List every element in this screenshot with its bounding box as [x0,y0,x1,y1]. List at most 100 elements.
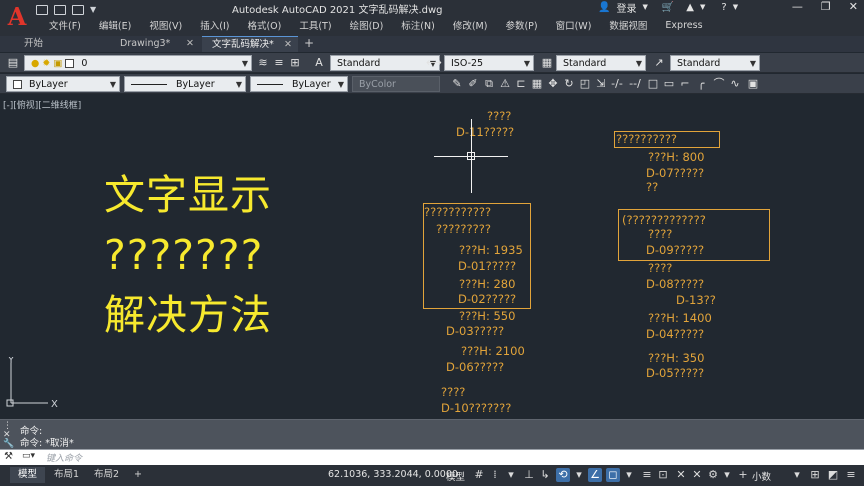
drawing-text[interactable]: D-03????? [446,324,504,338]
drawing-text[interactable]: ???H: 1400 [648,311,712,325]
menu-edit[interactable]: 编辑(E) [90,18,140,32]
polar-tracking-icon[interactable]: ∠ [588,468,602,482]
drawing-text[interactable]: D-04????? [646,327,704,341]
minimize-icon[interactable]: — [792,0,803,13]
table-style-icon[interactable]: ▦ [540,56,554,70]
chevron-down-icon[interactable]: ▾ [504,468,518,482]
annotation-scale-icon[interactable]: ✕ [674,468,688,482]
drawing-text[interactable]: D-07????? [646,166,704,180]
stretch-icon[interactable]: ⇲ [594,77,608,91]
drawing-text[interactable]: ???? [441,385,465,399]
drawing-text[interactable]: ???H: 2100 [461,344,525,358]
close-icon[interactable]: ✕ [186,36,194,51]
units-dropdown[interactable]: 小数 [752,469,771,483]
restore-icon[interactable]: ❐ [821,0,831,13]
autodesk-a360-icon[interactable]: ▲ [686,2,694,13]
array-icon[interactable]: ▦ [530,77,544,91]
explode-icon[interactable]: ▣ [746,77,760,91]
drawing-text[interactable]: ???? [648,227,672,241]
save-icon[interactable] [72,5,84,15]
drawing-text[interactable]: (????????????? [622,213,706,227]
trim-icon[interactable]: -/- [610,77,624,91]
model-space-button[interactable]: 模型 [446,469,465,483]
close-icon[interactable]: ✕ [284,37,292,52]
menu-format[interactable]: 格式(O) [238,18,290,32]
pencil-icon[interactable]: ✎ [450,77,464,91]
menu-view[interactable]: 视图(V) [140,18,191,32]
drawing-text[interactable]: D-05????? [646,366,704,380]
tab-layout1[interactable]: 布局1 [46,467,87,483]
drawing-text[interactable]: ???H: 1935 [459,243,523,257]
drawing-text[interactable]: D-13?? [676,293,716,307]
grid-icon[interactable]: # [472,468,486,482]
layer-match-icon[interactable]: ≡ [272,56,286,70]
transparency-icon[interactable]: ⊡ [656,468,670,482]
join-icon[interactable]: ▭ [662,77,676,91]
new-file-icon[interactable] [36,5,48,15]
dim-style-icon[interactable]: ⟷ [426,56,442,70]
drawing-text[interactable]: D-11????? [456,125,514,139]
offset-icon[interactable]: ⊏ [514,77,528,91]
cart-icon[interactable]: 🛒 [662,2,674,13]
drawing-text[interactable]: D-09????? [646,243,704,257]
menu-tools[interactable]: 工具(T) [290,18,340,32]
user-icon[interactable]: 👤 [598,2,610,13]
spline-icon[interactable]: ∿ [728,77,742,91]
open-file-icon[interactable] [54,5,66,15]
text-style-icon[interactable]: A [312,56,326,70]
command-prompt-icon[interactable]: ▭▾ [22,451,35,461]
infer-constraints-icon[interactable]: ⊥ [522,468,536,482]
quick-properties-icon[interactable]: ⊞ [808,468,822,482]
dynamic-input-icon[interactable]: ↳ [538,468,552,482]
tab-drawing3[interactable]: Drawing3* ✕ [110,36,200,52]
color-dropdown[interactable]: ByLayer ▼ [6,76,120,92]
add-layout-icon[interactable]: + [126,467,150,483]
drawing-area[interactable]: [-][俯视][二维线框] 文字显示 ??????? 解决方法 ???? D-1… [0,95,864,419]
mleader-style-dropdown[interactable]: Standard ▼ [670,55,760,71]
sign-in-link[interactable]: 登录 [616,0,636,15]
ortho-icon[interactable]: ⟲ [556,468,570,482]
menu-parametric[interactable]: 参数(P) [496,18,546,32]
scale-icon[interactable]: ◰ [578,77,592,91]
mleader-style-icon[interactable]: ↗ [652,56,666,70]
wrench-icon[interactable]: ⚒ [4,451,13,462]
snap-icon[interactable]: ⁞ [488,468,502,482]
break-icon[interactable]: □ [646,77,660,91]
grip-icon[interactable]: ⋮ ✕ 🔧 [3,422,14,449]
tab-start[interactable]: 开始 [14,36,104,52]
autocad-logo[interactable]: A [4,3,30,31]
drawing-text[interactable]: ???H: 800 [648,150,704,164]
chevron-down-icon[interactable]: ▾ [720,468,734,482]
lineweight-icon[interactable]: ≡ [640,468,654,482]
mirror-icon[interactable]: ⚠ [498,77,512,91]
menu-window[interactable]: 窗口(W) [547,18,601,32]
extend-icon[interactable]: --/ [628,77,642,91]
add-icon[interactable]: + [736,468,750,482]
text-style-dropdown[interactable]: Standard ▼ [330,55,440,71]
chevron-down-icon[interactable]: ▼ [700,3,705,11]
move-icon[interactable]: ✥ [546,77,560,91]
menu-modify[interactable]: 修改(M) [444,18,497,32]
drawing-text[interactable]: D-01????? [458,259,516,273]
drawing-text[interactable]: D-08????? [646,277,704,291]
layer-dropdown[interactable]: ● ✹ ▣ 0 ▼ [24,55,252,71]
gear-icon[interactable]: ⚙ [706,468,720,482]
drawing-text[interactable]: ???? [487,109,511,123]
chevron-down-icon[interactable]: ▼ [642,3,647,11]
menu-file[interactable]: 文件(F) [40,18,90,32]
tab-current-drawing[interactable]: 文字乱码解决* ✕ [202,36,298,52]
drawing-text[interactable]: D-02????? [458,292,516,306]
drawing-text[interactable]: ?????????? [616,132,677,146]
layer-state-icon[interactable]: ≋ [256,56,270,70]
drawing-text[interactable]: ???H: 280 [459,277,515,291]
chevron-down-icon[interactable]: ▾ [790,468,804,482]
menu-insert[interactable]: 插入(I) [191,18,238,32]
layer-previous-icon[interactable]: ⊞ [288,56,302,70]
drawing-text[interactable]: ???H: 550 [459,309,515,323]
clean-screen-icon[interactable]: ◩ [826,468,840,482]
menu-dimension[interactable]: 标注(N) [392,18,444,32]
annotation-visibility-icon[interactable]: ✕ [690,468,704,482]
drawing-text[interactable]: ????????? [436,222,491,236]
chevron-down-icon[interactable]: ▼ [90,5,98,15]
drawing-text[interactable]: D-06????? [446,360,504,374]
